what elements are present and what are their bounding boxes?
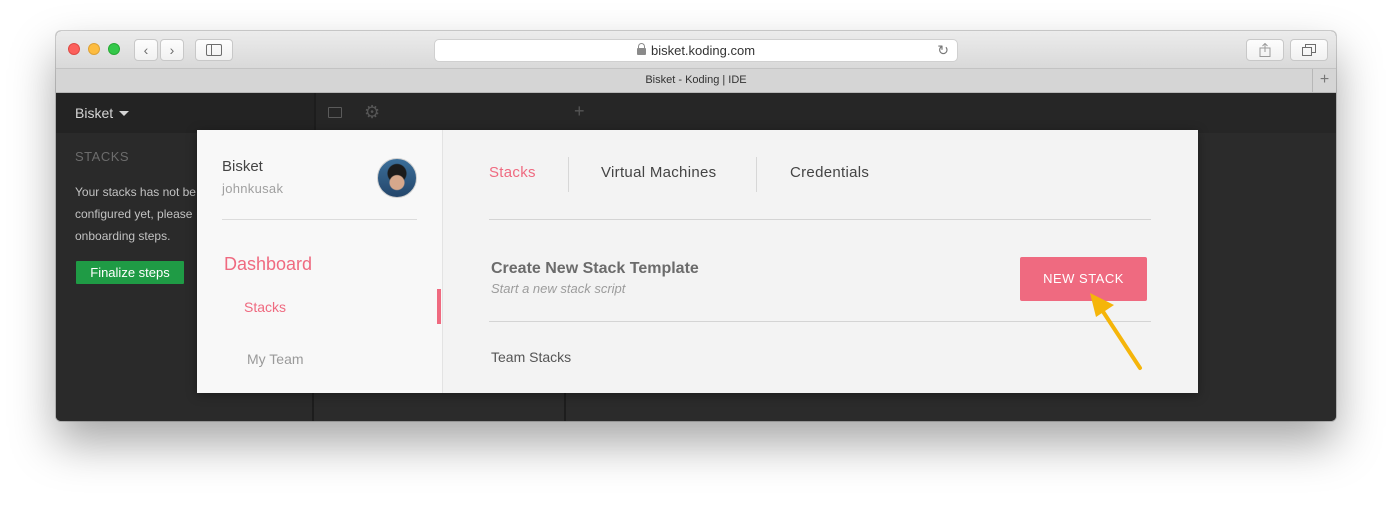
folder-icon[interactable] bbox=[328, 107, 342, 118]
new-tab-button[interactable]: + bbox=[1312, 69, 1336, 92]
sidebar-toggle-button[interactable] bbox=[195, 39, 233, 61]
forward-button[interactable]: › bbox=[160, 39, 184, 61]
team-stacks-heading: Team Stacks bbox=[491, 349, 572, 365]
finalize-steps-button[interactable]: Finalize steps bbox=[76, 261, 184, 284]
minimize-window-button[interactable] bbox=[88, 43, 100, 55]
tab-stacks[interactable]: Stacks bbox=[489, 164, 536, 181]
tab-virtual-machines[interactable]: Virtual Machines bbox=[601, 164, 716, 181]
share-icon bbox=[1259, 42, 1271, 57]
chevron-right-icon: › bbox=[169, 42, 175, 58]
modal-username: johnkusak bbox=[222, 181, 284, 196]
lock-icon bbox=[636, 43, 646, 55]
team-name: Bisket bbox=[75, 105, 114, 121]
tab-credentials[interactable]: Credentials bbox=[790, 164, 869, 181]
tabs-icon bbox=[1302, 44, 1316, 56]
close-window-button[interactable] bbox=[68, 43, 80, 55]
sidebar-item-my-team[interactable]: My Team bbox=[247, 351, 304, 367]
sidebar-item-stacks[interactable]: Stacks bbox=[244, 299, 286, 315]
tabs-overview-button[interactable] bbox=[1290, 39, 1328, 61]
ide-tab-bar: ⚙ + bbox=[316, 93, 1336, 133]
add-tab-icon[interactable]: + bbox=[574, 101, 585, 122]
modal-team-name: Bisket bbox=[222, 158, 263, 175]
annotation-arrow-icon bbox=[1090, 293, 1142, 370]
sidebar-icon bbox=[206, 44, 222, 56]
caret-down-icon bbox=[119, 111, 130, 116]
gear-icon[interactable]: ⚙ bbox=[364, 102, 380, 123]
divider bbox=[489, 219, 1151, 220]
create-stack-subtitle: Start a new stack script bbox=[491, 281, 626, 296]
divider bbox=[489, 321, 1151, 322]
divider bbox=[222, 219, 417, 220]
active-indicator bbox=[437, 289, 441, 324]
address-bar[interactable]: bisket.koding.com ↻ bbox=[434, 39, 958, 62]
modal-sidebar: Bisket johnkusak Dashboard Stacks My Tea… bbox=[197, 130, 443, 393]
zoom-window-button[interactable] bbox=[108, 43, 120, 55]
team-switcher[interactable]: Bisket bbox=[75, 105, 130, 121]
section-title: Dashboard bbox=[224, 254, 313, 274]
create-stack-title: Create New Stack Template bbox=[491, 260, 699, 277]
back-button[interactable]: ‹ bbox=[134, 39, 158, 61]
chevron-left-icon: ‹ bbox=[143, 42, 149, 58]
stacks-heading: STACKS bbox=[75, 149, 130, 164]
share-button[interactable] bbox=[1246, 39, 1284, 61]
url-text: bisket.koding.com bbox=[650, 43, 756, 58]
avatar[interactable] bbox=[377, 158, 417, 198]
browser-toolbar: ‹ › bisket.koding.com ↻ bbox=[56, 31, 1336, 69]
browser-tab[interactable]: Bisket - Koding | IDE + bbox=[56, 69, 1336, 93]
reload-icon[interactable]: ↻ bbox=[937, 40, 949, 61]
dashboard-modal: Bisket johnkusak Dashboard Stacks My Tea… bbox=[197, 130, 1198, 393]
tab-separator bbox=[756, 157, 757, 192]
sidebar-header: Bisket bbox=[56, 93, 314, 133]
tab-separator bbox=[568, 157, 569, 192]
tab-title: Bisket - Koding | IDE bbox=[645, 74, 747, 86]
